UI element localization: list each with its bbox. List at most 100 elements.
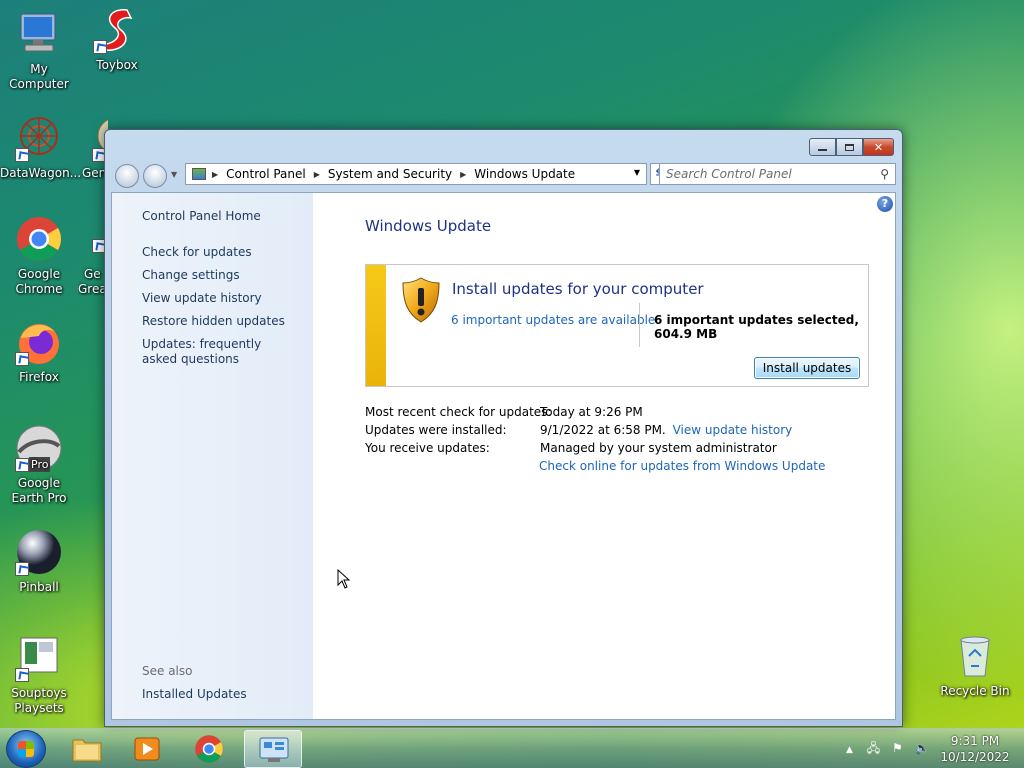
shortcut-arrow-icon <box>93 40 107 54</box>
desktop-icon-label: Pinball <box>19 580 59 594</box>
folder-icon <box>72 739 102 762</box>
desktop-icon-recycle-bin[interactable]: Recycle Bin <box>936 632 1014 699</box>
minimize-button[interactable] <box>809 138 836 156</box>
installed-row: Updates were installed: 9/1/2022 at 6:58… <box>365 423 792 437</box>
desktop-icon-my-computer[interactable]: My Computer <box>0 10 78 92</box>
mouse-cursor-icon <box>337 569 351 589</box>
recycle-bin-icon <box>951 632 999 680</box>
sidebar-change-settings[interactable]: Change settings <box>142 268 302 283</box>
windows-update-window: ✕ ▼ ▶ Control Panel ▶ System and Securit… <box>104 129 903 727</box>
desktop-icon-label: Google Chrome <box>15 267 63 296</box>
caption-buttons: ✕ <box>809 138 894 156</box>
control-panel-icon <box>259 737 289 762</box>
clock-date: 10/12/2022 <box>940 750 1010 764</box>
check-online-link[interactable]: Check online for updates from Windows Up… <box>539 459 825 473</box>
panel-divider <box>639 303 640 347</box>
breadcrumb-arrow-icon[interactable]: ▶ <box>212 170 218 179</box>
receive-value: Managed by your system administrator <box>540 441 777 455</box>
shortcut-arrow-icon <box>15 458 29 472</box>
firefox-icon <box>15 318 63 366</box>
page-title: Windows Update <box>365 217 492 235</box>
selected-updates-summary: 6 important updates selected, 604.9 MB <box>654 313 859 341</box>
breadcrumb-arrow-icon[interactable]: ▶ <box>460 170 466 179</box>
desktop-icon-label: Recycle Bin <box>940 684 1010 698</box>
system-tray: ▲ 🖧 ⚑ 🔈 <box>846 739 930 760</box>
clock-time: 9:31 PM <box>950 734 1000 748</box>
chrome-icon <box>195 735 223 763</box>
breadcrumb-arrow-icon[interactable]: ▶ <box>314 170 320 179</box>
shortcut-arrow-icon <box>15 668 29 682</box>
forward-button[interactable] <box>143 164 167 188</box>
clock[interactable]: 9:31 PM 10/12/2022 <box>940 733 1010 765</box>
install-updates-panel: Install updates for your computer 6 impo… <box>365 264 869 387</box>
desktop-icon-souptoys[interactable]: Souptoys Playsets <box>0 634 78 716</box>
shortcut-arrow-icon <box>15 148 29 162</box>
show-hidden-icons-icon[interactable]: ▲ <box>846 745 853 755</box>
installed-value: 9/1/2022 at 6:58 PM. <box>540 423 666 437</box>
breadcrumb-windows-update[interactable]: Windows Update <box>474 167 575 181</box>
navigation-bar: ▼ ▶ Control Panel ▶ System and Security … <box>113 162 896 188</box>
installed-value-group: 9/1/2022 at 6:58 PM. View update history <box>540 423 792 437</box>
sidebar-check-for-updates[interactable]: Check for updates <box>142 245 302 260</box>
receive-row: You receive updates: Managed by your sys… <box>365 441 777 455</box>
network-icon[interactable]: 🖧 <box>867 741 880 755</box>
view-update-history-link[interactable]: View update history <box>673 423 793 437</box>
recent-pages-chevron-icon[interactable]: ▼ <box>171 170 177 179</box>
search-placeholder: Search Control Panel <box>666 167 792 181</box>
panel-status-stripe <box>366 265 386 386</box>
desktop-icon-label: Firefox <box>19 370 59 384</box>
sidebar-updates-faq[interactable]: Updates: frequently asked questions <box>142 337 292 367</box>
sidebar-installed-updates[interactable]: Installed Updates <box>142 687 247 701</box>
pinball-icon <box>15 528 63 576</box>
taskbar-explorer[interactable] <box>58 730 116 768</box>
address-dropdown-icon[interactable]: ▼ <box>634 168 640 177</box>
desktop-icon-pinball[interactable]: Pinball <box>0 528 78 595</box>
desktop-icon-label: Gen <box>82 166 107 180</box>
desktop-icon-chrome[interactable]: Google Chrome <box>0 215 78 297</box>
desktop-icon-firefox[interactable]: Firefox <box>0 318 78 385</box>
volume-icon[interactable]: 🔈 <box>915 741 930 755</box>
desktop-icon-label: DataWagon... <box>0 166 82 180</box>
taskbar-control-panel[interactable] <box>244 730 302 768</box>
sidebar-restore-hidden-updates[interactable]: Restore hidden updates <box>142 314 302 329</box>
help-icon[interactable]: ? <box>877 196 893 212</box>
desktop-icon-google-earth-pro[interactable]: Pro Google Earth Pro <box>0 424 78 506</box>
taskbar-media-player[interactable] <box>118 730 176 768</box>
sidebar-control-panel-home[interactable]: Control Panel Home <box>142 209 261 223</box>
action-center-flag-icon[interactable]: ⚑ <box>892 741 903 755</box>
address-bar[interactable]: ▶ Control Panel ▶ System and Security ▶ … <box>185 163 647 185</box>
back-button[interactable] <box>115 164 139 188</box>
breadcrumb-system-and-security[interactable]: System and Security <box>328 167 452 181</box>
install-updates-button[interactable]: Install updates <box>754 357 860 379</box>
desktop-icon-label: Google Earth Pro <box>11 476 67 505</box>
shortcut-arrow-icon <box>15 562 29 576</box>
search-input[interactable]: Search Control Panel ⚲ <box>659 163 896 185</box>
desktop-icon-datawagon[interactable]: DataWagon... <box>0 114 82 181</box>
breadcrumb-control-panel[interactable]: Control Panel <box>226 167 306 181</box>
pro-badge: Pro <box>29 457 51 472</box>
recent-check-row: Most recent check for updates: Today at … <box>365 405 643 419</box>
datawagon-icon <box>15 114 63 162</box>
see-also-heading: See also <box>142 664 193 678</box>
search-icon[interactable]: ⚲ <box>880 167 889 181</box>
receive-label: You receive updates: <box>365 441 490 455</box>
computer-icon <box>15 10 63 58</box>
important-updates-link[interactable]: 6 important updates are available <box>451 313 655 327</box>
start-button[interactable] <box>6 730 46 768</box>
close-button[interactable]: ✕ <box>863 138 894 156</box>
warning-shield-icon <box>402 277 440 323</box>
desktop-icon-label: Toybox <box>96 58 138 72</box>
taskbar-chrome[interactable] <box>180 730 238 768</box>
desktop-icon-label: Ge Grea <box>78 267 107 296</box>
maximize-button[interactable] <box>836 138 863 156</box>
sidebar-view-update-history[interactable]: View update history <box>142 291 302 306</box>
desktop-icon-label: Souptoys Playsets <box>11 686 67 715</box>
taskbar: ▲ 🖧 ⚑ 🔈 9:31 PM 10/12/2022 <box>0 728 1024 768</box>
desktop-icon-toybox[interactable]: Toybox <box>78 6 156 73</box>
panel-heading: Install updates for your computer <box>452 280 704 298</box>
maximize-icon <box>845 143 854 151</box>
media-player-icon <box>134 737 160 761</box>
shortcut-arrow-icon <box>15 352 29 366</box>
content-area: Control Panel Home Check for updates Cha… <box>111 192 896 720</box>
google-earth-icon: Pro <box>15 424 63 472</box>
